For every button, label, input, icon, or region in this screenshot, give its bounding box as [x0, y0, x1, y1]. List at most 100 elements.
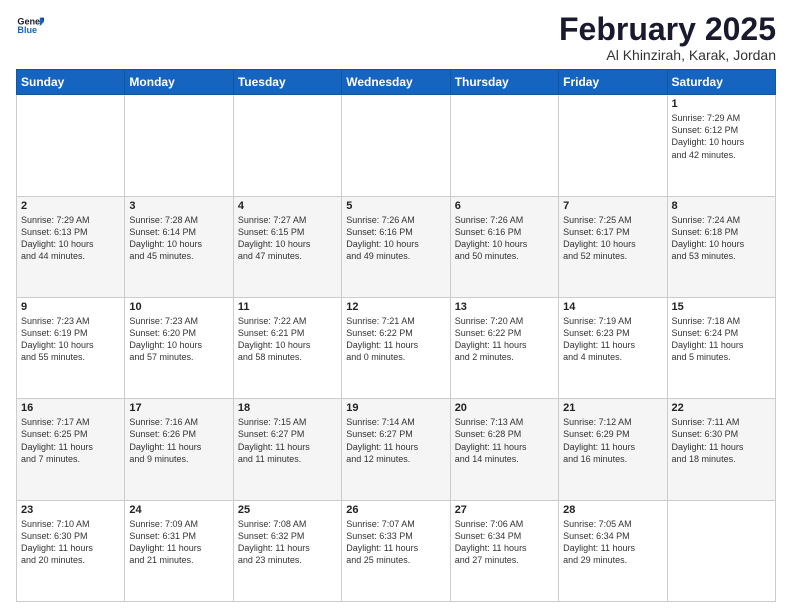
- calendar-title: February 2025: [559, 12, 776, 47]
- calendar-cell: 11 Sunrise: 7:22 AM Sunset: 6:21 PM Dayli…: [233, 297, 341, 398]
- day-number: 18: [238, 402, 337, 414]
- day-number: 4: [238, 200, 337, 212]
- calendar-cell: 18 Sunrise: 7:15 AM Sunset: 6:27 PM Dayli…: [233, 399, 341, 500]
- calendar-cell: 17 Sunrise: 7:16 AM Sunset: 6:26 PM Dayli…: [125, 399, 233, 500]
- calendar-cell: 21 Sunrise: 7:12 AM Sunset: 6:29 PM Dayli…: [559, 399, 667, 500]
- day-info: Sunrise: 7:22 AM Sunset: 6:21 PM Dayligh…: [238, 315, 337, 364]
- calendar-cell: 28 Sunrise: 7:05 AM Sunset: 6:34 PM Dayli…: [559, 500, 667, 601]
- logo: General Blue: [16, 12, 44, 40]
- weekday-header-friday: Friday: [559, 70, 667, 95]
- day-info: Sunrise: 7:13 AM Sunset: 6:28 PM Dayligh…: [455, 416, 554, 465]
- day-info: Sunrise: 7:06 AM Sunset: 6:34 PM Dayligh…: [455, 518, 554, 567]
- weekday-header-tuesday: Tuesday: [233, 70, 341, 95]
- calendar-cell: 9 Sunrise: 7:23 AM Sunset: 6:19 PM Daylig…: [17, 297, 125, 398]
- calendar-cell: 8Sunrise: 7:24 AM Sunset: 6:18 PM Daylig…: [667, 196, 775, 297]
- day-info: Sunrise: 7:09 AM Sunset: 6:31 PM Dayligh…: [129, 518, 228, 567]
- calendar-cell: 6 Sunrise: 7:26 AM Sunset: 6:16 PM Daylig…: [450, 196, 558, 297]
- day-number: 15: [672, 301, 771, 313]
- calendar-cell: 7 Sunrise: 7:25 AM Sunset: 6:17 PM Daylig…: [559, 196, 667, 297]
- week-row-4: 16 Sunrise: 7:17 AM Sunset: 6:25 PM Dayli…: [17, 399, 776, 500]
- day-info: Sunrise: 7:17 AM Sunset: 6:25 PM Dayligh…: [21, 416, 120, 465]
- week-row-5: 23Sunrise: 7:10 AM Sunset: 6:30 PM Dayli…: [17, 500, 776, 601]
- page: General Blue February 2025 Al Khinzirah,…: [0, 0, 792, 612]
- calendar-cell: 20 Sunrise: 7:13 AM Sunset: 6:28 PM Dayli…: [450, 399, 558, 500]
- calendar-cell: 15Sunrise: 7:18 AM Sunset: 6:24 PM Dayli…: [667, 297, 775, 398]
- day-number: 5: [346, 200, 445, 212]
- day-number: 21: [563, 402, 662, 414]
- calendar-cell: [450, 95, 558, 196]
- week-row-2: 2 Sunrise: 7:29 AM Sunset: 6:13 PM Daylig…: [17, 196, 776, 297]
- calendar-cell: 22 Sunrise: 7:11 AM Sunset: 6:30 PM Dayli…: [667, 399, 775, 500]
- day-number: 8: [672, 200, 771, 212]
- calendar-cell: 1Sunrise: 7:29 AM Sunset: 6:12 PM Daylig…: [667, 95, 775, 196]
- calendar-cell: [342, 95, 450, 196]
- day-info: Sunrise: 7:20 AM Sunset: 6:22 PM Dayligh…: [455, 315, 554, 364]
- title-block: February 2025 Al Khinzirah, Karak, Jorda…: [559, 12, 776, 63]
- day-number: 2: [21, 200, 120, 212]
- calendar-cell: 24 Sunrise: 7:09 AM Sunset: 6:31 PM Dayli…: [125, 500, 233, 601]
- day-number: 9: [21, 301, 120, 313]
- calendar-cell: 4 Sunrise: 7:27 AM Sunset: 6:15 PM Daylig…: [233, 196, 341, 297]
- day-number: 13: [455, 301, 554, 313]
- svg-text:Blue: Blue: [17, 25, 37, 35]
- day-number: 14: [563, 301, 662, 313]
- day-number: 12: [346, 301, 445, 313]
- day-number: 22: [672, 402, 771, 414]
- calendar-cell: [125, 95, 233, 196]
- day-info: Sunrise: 7:27 AM Sunset: 6:15 PM Dayligh…: [238, 214, 337, 263]
- calendar-cell: 2 Sunrise: 7:29 AM Sunset: 6:13 PM Daylig…: [17, 196, 125, 297]
- day-number: 16: [21, 402, 120, 414]
- calendar-cell: 25 Sunrise: 7:08 AM Sunset: 6:32 PM Dayli…: [233, 500, 341, 601]
- day-info: Sunrise: 7:23 AM Sunset: 6:20 PM Dayligh…: [129, 315, 228, 364]
- day-number: 11: [238, 301, 337, 313]
- day-info: Sunrise: 7:29 AM Sunset: 6:13 PM Dayligh…: [21, 214, 120, 263]
- calendar-cell: 26 Sunrise: 7:07 AM Sunset: 6:33 PM Dayli…: [342, 500, 450, 601]
- day-info: Sunrise: 7:11 AM Sunset: 6:30 PM Dayligh…: [672, 416, 771, 465]
- weekday-header-monday: Monday: [125, 70, 233, 95]
- calendar-cell: [233, 95, 341, 196]
- logo-icon: General Blue: [16, 12, 44, 40]
- calendar-cell: 16 Sunrise: 7:17 AM Sunset: 6:25 PM Dayli…: [17, 399, 125, 500]
- calendar-cell: [667, 500, 775, 601]
- day-number: 23: [21, 504, 120, 516]
- day-info: Sunrise: 7:14 AM Sunset: 6:27 PM Dayligh…: [346, 416, 445, 465]
- calendar-subtitle: Al Khinzirah, Karak, Jordan: [559, 47, 776, 63]
- weekday-header-sunday: Sunday: [17, 70, 125, 95]
- weekday-header-row: SundayMondayTuesdayWednesdayThursdayFrid…: [17, 70, 776, 95]
- day-info: Sunrise: 7:23 AM Sunset: 6:19 PM Dayligh…: [21, 315, 120, 364]
- day-number: 17: [129, 402, 228, 414]
- day-number: 26: [346, 504, 445, 516]
- day-number: 25: [238, 504, 337, 516]
- day-info: Sunrise: 7:05 AM Sunset: 6:34 PM Dayligh…: [563, 518, 662, 567]
- day-number: 10: [129, 301, 228, 313]
- day-info: Sunrise: 7:12 AM Sunset: 6:29 PM Dayligh…: [563, 416, 662, 465]
- day-number: 19: [346, 402, 445, 414]
- day-info: Sunrise: 7:15 AM Sunset: 6:27 PM Dayligh…: [238, 416, 337, 465]
- day-info: Sunrise: 7:29 AM Sunset: 6:12 PM Dayligh…: [672, 112, 771, 161]
- calendar-table: SundayMondayTuesdayWednesdayThursdayFrid…: [16, 69, 776, 602]
- day-number: 20: [455, 402, 554, 414]
- day-number: 24: [129, 504, 228, 516]
- day-number: 6: [455, 200, 554, 212]
- calendar-cell: 10 Sunrise: 7:23 AM Sunset: 6:20 PM Dayli…: [125, 297, 233, 398]
- day-info: Sunrise: 7:28 AM Sunset: 6:14 PM Dayligh…: [129, 214, 228, 263]
- calendar-cell: [17, 95, 125, 196]
- day-info: Sunrise: 7:07 AM Sunset: 6:33 PM Dayligh…: [346, 518, 445, 567]
- calendar-cell: 3 Sunrise: 7:28 AM Sunset: 6:14 PM Daylig…: [125, 196, 233, 297]
- day-number: 28: [563, 504, 662, 516]
- calendar-cell: 23Sunrise: 7:10 AM Sunset: 6:30 PM Dayli…: [17, 500, 125, 601]
- week-row-1: 1Sunrise: 7:29 AM Sunset: 6:12 PM Daylig…: [17, 95, 776, 196]
- day-number: 7: [563, 200, 662, 212]
- day-number: 27: [455, 504, 554, 516]
- day-info: Sunrise: 7:08 AM Sunset: 6:32 PM Dayligh…: [238, 518, 337, 567]
- day-info: Sunrise: 7:26 AM Sunset: 6:16 PM Dayligh…: [455, 214, 554, 263]
- day-number: 3: [129, 200, 228, 212]
- calendar-cell: 13 Sunrise: 7:20 AM Sunset: 6:22 PM Dayli…: [450, 297, 558, 398]
- day-info: Sunrise: 7:25 AM Sunset: 6:17 PM Dayligh…: [563, 214, 662, 263]
- calendar-cell: 14Sunrise: 7:19 AM Sunset: 6:23 PM Dayli…: [559, 297, 667, 398]
- header: General Blue February 2025 Al Khinzirah,…: [16, 12, 776, 63]
- calendar-cell: 12Sunrise: 7:21 AM Sunset: 6:22 PM Dayli…: [342, 297, 450, 398]
- calendar-cell: 5 Sunrise: 7:26 AM Sunset: 6:16 PM Daylig…: [342, 196, 450, 297]
- day-info: Sunrise: 7:26 AM Sunset: 6:16 PM Dayligh…: [346, 214, 445, 263]
- day-info: Sunrise: 7:16 AM Sunset: 6:26 PM Dayligh…: [129, 416, 228, 465]
